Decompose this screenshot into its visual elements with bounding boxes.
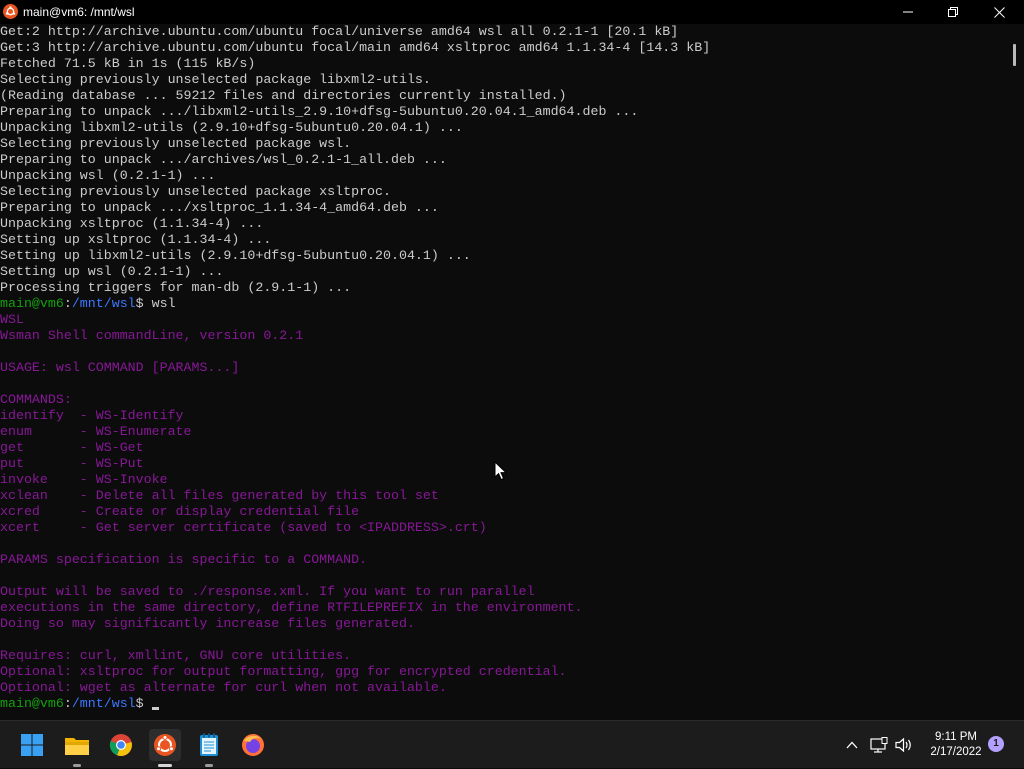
prompt-command: $: [135, 696, 152, 711]
window-title: main@vm6: /mnt/wsl: [23, 5, 135, 19]
scrollbar-thumb[interactable]: [1013, 44, 1016, 66]
output-line: Setting up xsltproc (1.1.34-4) ...: [0, 232, 272, 247]
text-cursor: [151, 707, 159, 710]
output-line: Doing so may significantly increase file…: [0, 616, 415, 631]
prompt-line: main@vm6:/mnt/wsl$ wsl: [0, 296, 176, 312]
output-line: xcred - Create or display credential fil…: [0, 504, 360, 519]
output-line: Selecting previously unselected package …: [0, 136, 352, 151]
running-indicator: [205, 764, 213, 767]
file-explorer-icon: [65, 738, 89, 755]
taskbar-chrome[interactable]: [105, 729, 137, 761]
taskbar-notepad[interactable]: [193, 729, 225, 767]
output-line: Selecting previously unselected package …: [0, 72, 431, 87]
output-line: Optional: xsltproc for output formatting…: [0, 664, 567, 679]
taskbar-ubuntu-terminal[interactable]: [149, 729, 181, 767]
windows-start-icon: [21, 734, 43, 756]
output-line: Optional: wget as alternate for curl whe…: [0, 680, 447, 695]
show-hidden-icons-button[interactable]: [842, 721, 862, 769]
notification-badge[interactable]: 1: [988, 736, 1004, 752]
output-line: Get:3 http://archive.ubuntu.com/ubuntu f…: [0, 40, 711, 55]
taskbar-firefox[interactable]: [237, 729, 269, 761]
minimize-icon: [903, 11, 913, 13]
prompt-path: /mnt/wsl: [71, 296, 136, 311]
prompt-line: main@vm6:/mnt/wsl$: [0, 696, 159, 712]
output-line: (Reading database ... 59212 files and di…: [0, 88, 567, 103]
network-icon: [870, 737, 888, 753]
output-line: Preparing to unpack .../libxml2-utils_2.…: [0, 104, 639, 119]
output-line: Output will be saved to ./response.xml. …: [0, 584, 535, 599]
output-line: Requires: curl, xmllint, GNU core utilit…: [0, 648, 352, 663]
restore-button[interactable]: [930, 0, 976, 24]
mouse-pointer-icon: [494, 461, 508, 481]
restore-icon: [948, 7, 958, 17]
volume-icon: [895, 737, 911, 753]
output-line: Fetched 71.5 kB in 1s (115 kB/s): [0, 56, 256, 71]
close-icon: [993, 6, 1005, 18]
output-line: USAGE: wsl COMMAND [PARAMS...]: [0, 360, 240, 375]
chevron-up-icon: [846, 741, 858, 749]
output-line: COMMANDS:: [0, 392, 72, 407]
output-line: enum - WS-Enumerate: [0, 424, 192, 439]
active-indicator: [158, 764, 172, 767]
running-indicator: [73, 764, 81, 767]
clock[interactable]: 9:11 PM 2/17/2022: [920, 730, 992, 760]
output-line: invoke - WS-Invoke: [0, 472, 168, 487]
chrome-icon: [109, 734, 132, 757]
ubuntu-icon: [3, 4, 18, 19]
output-line: Preparing to unpack .../archives/wsl_0.2…: [0, 152, 447, 167]
clock-date: 2/17/2022: [930, 746, 982, 758]
taskbar: 9:11 PM 2/17/2022: [0, 720, 1024, 768]
output-line: Unpacking wsl (0.2.1-1) ...: [0, 168, 216, 183]
output-line: get - WS-Get: [0, 440, 144, 455]
window-titlebar[interactable]: main@vm6: /mnt/wsl: [0, 0, 1024, 24]
output-line: identify - WS-Identify: [0, 408, 184, 423]
close-button[interactable]: [976, 0, 1022, 24]
output-line: PARAMS specification is specific to a CO…: [0, 552, 368, 567]
firefox-icon: [242, 734, 264, 756]
prompt-command: $ wsl: [135, 296, 176, 311]
minimize-button[interactable]: [885, 0, 931, 24]
output-line: Setting up wsl (0.2.1-1) ...: [0, 264, 224, 279]
output-line: xclean - Delete all files generated by t…: [0, 488, 439, 503]
output-line: WSL: [0, 312, 24, 327]
taskbar-file-explorer[interactable]: [61, 729, 93, 767]
prompt-user: main@vm6: [0, 696, 64, 711]
terminal-output[interactable]: Get:2 http://archive.ubuntu.com/ubuntu f…: [0, 24, 1004, 720]
volume-button[interactable]: [893, 721, 915, 769]
output-line: Unpacking libxml2-utils (2.9.10+dfsg-5ub…: [0, 120, 463, 135]
start-button[interactable]: [16, 729, 48, 761]
output-line: Setting up libxml2-utils (2.9.10+dfsg-5u…: [0, 248, 471, 263]
output-line: Unpacking xsltproc (1.1.34-4) ...: [0, 216, 264, 231]
notepad-icon: [200, 733, 218, 756]
output-line: put - WS-Put: [0, 456, 144, 471]
output-line: Get:2 http://archive.ubuntu.com/ubuntu f…: [0, 24, 679, 39]
output-line: Wsman Shell commandLine, version 0.2.1: [0, 328, 304, 343]
network-button[interactable]: [869, 721, 889, 769]
output-line: Processing triggers for man-db (2.9.1-1)…: [0, 280, 352, 295]
terminal-scrollbar[interactable]: [1004, 24, 1024, 720]
prompt-path: /mnt/wsl: [71, 696, 136, 711]
output-line: Selecting previously unselected package …: [0, 184, 391, 199]
prompt-separator: :: [63, 696, 72, 711]
prompt-separator: :: [63, 296, 72, 311]
ubuntu-terminal-icon: [154, 734, 176, 756]
output-line: xcert - Get server certificate (saved to…: [0, 520, 487, 535]
output-line: Preparing to unpack .../xsltproc_1.1.34-…: [0, 200, 439, 215]
clock-time: 9:11 PM: [935, 731, 977, 743]
prompt-user: main@vm6: [0, 296, 64, 311]
output-line: executions in the same directory, define…: [0, 600, 583, 615]
